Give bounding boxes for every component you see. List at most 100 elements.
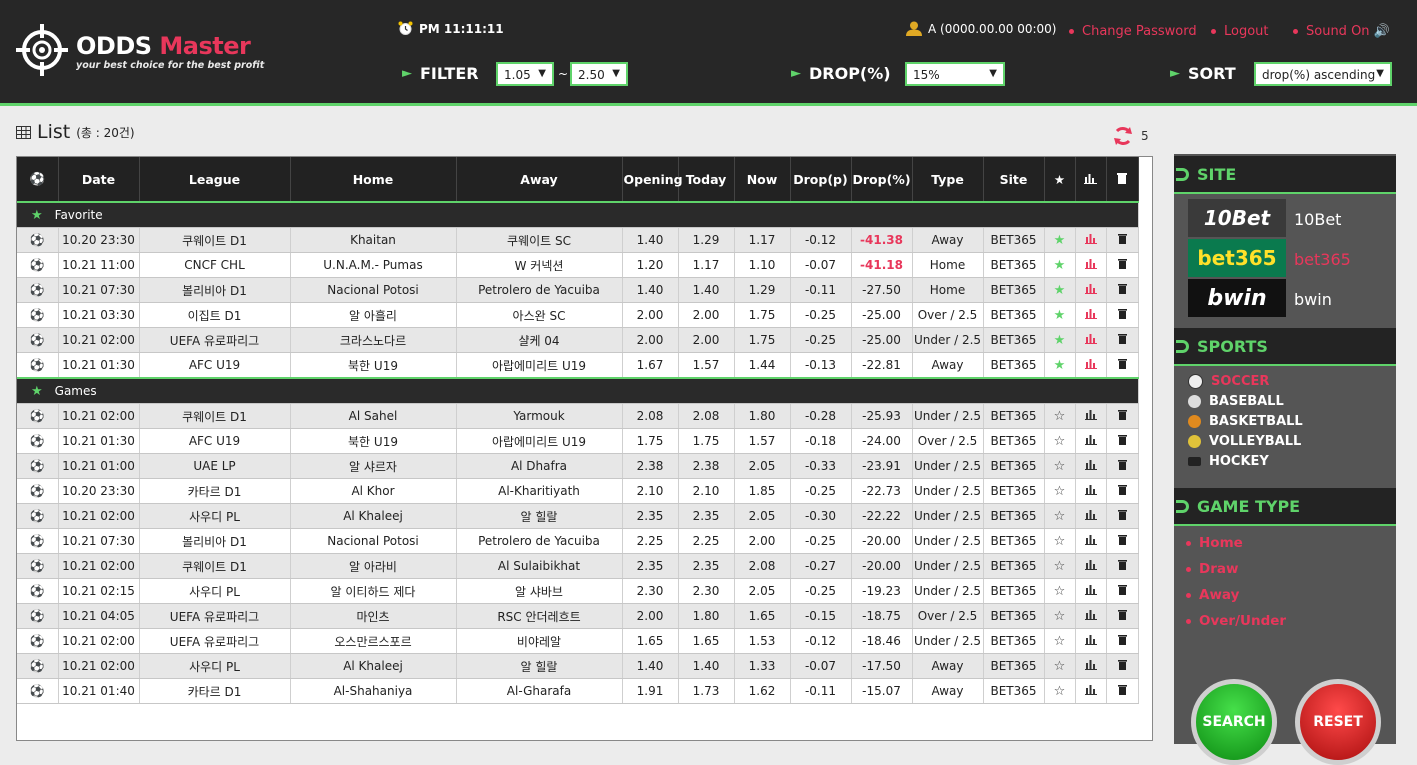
delete-button[interactable] [1106,478,1139,504]
table-row[interactable]: ⚽ 10.21 04:05 UEFA 유로파리그 마인츠 RSC 안더레흐트 2.00 1.… [17,603,1139,629]
delete-button[interactable] [1106,503,1139,529]
gametype-item-over-under[interactable]: Over/Under [1186,613,1286,629]
delete-button[interactable] [1106,453,1139,479]
delete-button[interactable] [1106,277,1139,303]
delete-button[interactable] [1106,403,1139,429]
favorite-toggle[interactable]: ☆ [1044,553,1076,579]
delete-button[interactable] [1106,327,1139,353]
delete-button[interactable] [1106,252,1139,278]
chart-button[interactable] [1075,302,1107,328]
chart-button[interactable] [1075,628,1107,654]
delete-button[interactable] [1106,302,1139,328]
favorite-toggle[interactable]: ★ [1044,227,1076,253]
favorite-toggle[interactable]: ☆ [1044,428,1076,454]
sport-item-soccer[interactable]: SOCCER [1188,374,1269,389]
table-row[interactable]: ⚽ 10.21 02:00 쿠웨이트 D1 Al Sahel Yarmouk 2.08 2.… [17,403,1139,429]
chart-button[interactable] [1075,553,1107,579]
sound-toggle[interactable]: Sound On 🔊 [1293,24,1390,39]
table-row[interactable]: ⚽ 10.21 01:30 AFC U19 북한 U19 아랍에미리트 U19 1.67 1… [17,352,1139,379]
table-row[interactable]: ⚽ 10.20 23:30 쿠웨이트 D1 Khaitan 쿠웨이트 SC 1.40 1.2… [17,227,1139,253]
site-name-10bet[interactable]: 10Bet [1294,210,1341,229]
favorite-toggle[interactable]: ☆ [1044,403,1076,429]
favorite-toggle[interactable]: ☆ [1044,628,1076,654]
table-row[interactable]: ⚽ 10.21 07:30 볼리비아 D1 Nacional Potosi Petrol… [17,277,1139,303]
chart-button[interactable] [1075,428,1107,454]
site-name-bwin[interactable]: bwin [1294,290,1332,309]
column-header[interactable]: Date [58,157,140,202]
favorite-toggle[interactable]: ☆ [1044,678,1076,704]
table-row[interactable]: ⚽ 10.21 02:00 쿠웨이트 D1 알 아라비 Al Sulaibikhat 2.… [17,553,1139,579]
table-row[interactable]: ⚽ 10.21 02:00 사우디 PL Al Khaleej 알 힐랄 2.35 2.35… [17,503,1139,529]
delete-button[interactable] [1106,227,1139,253]
filter-max-select[interactable]: 2.50 ▼ [570,62,628,86]
table-row[interactable]: ⚽ 10.21 02:00 사우디 PL Al Khaleej 알 힐랄 1.40 1.40… [17,653,1139,679]
gametype-item-draw[interactable]: Draw [1186,561,1238,577]
chart-button[interactable] [1075,352,1107,379]
chart-button[interactable] [1075,603,1107,629]
table-row[interactable]: ⚽ 10.21 07:30 볼리비아 D1 Nacional Potosi Petrol… [17,528,1139,554]
drop-select[interactable]: 15% ▼ [905,62,1005,86]
column-header[interactable]: Type [912,157,984,202]
table-row[interactable]: ⚽ 10.21 02:00 UEFA 유로파리그 오스만르스포르 비야레알 1.65 1.6… [17,628,1139,654]
table-row[interactable]: ⚽ 10.21 01:30 AFC U19 북한 U19 아랍에미리트 U19 1.75 1… [17,428,1139,454]
favorite-toggle[interactable]: ★ [1044,352,1076,379]
favorite-toggle[interactable]: ☆ [1044,578,1076,604]
column-header[interactable]: Drop(%) [851,157,913,202]
column-header[interactable]: Site [983,157,1045,202]
site-logo-bwin[interactable]: bwin [1188,279,1286,317]
delete-button[interactable] [1106,653,1139,679]
delete-button[interactable] [1106,528,1139,554]
table-row[interactable]: ⚽ 10.21 01:00 UAE LP 알 샤르자 Al Dhafra 2.38 2.38… [17,453,1139,479]
table-row[interactable]: ⚽ 10.20 23:30 카타르 D1 Al Khor Al-Kharitiyath 2… [17,478,1139,504]
chart-button[interactable] [1075,528,1107,554]
column-header[interactable]: Today [678,157,735,202]
delete-button[interactable] [1106,678,1139,704]
favorite-toggle[interactable]: ★ [1044,327,1076,353]
chart-button[interactable] [1075,403,1107,429]
delete-button[interactable] [1106,628,1139,654]
favorite-toggle[interactable]: ☆ [1044,478,1076,504]
column-header[interactable]: Away [456,157,623,202]
favorite-toggle[interactable]: ☆ [1044,453,1076,479]
column-header[interactable]: Home [290,157,457,202]
search-button[interactable]: SEARCH [1191,679,1277,765]
column-header[interactable]: Drop(p) [790,157,852,202]
favorite-toggle[interactable]: ☆ [1044,653,1076,679]
favorite-toggle[interactable]: ★ [1044,277,1076,303]
table-row[interactable]: ⚽ 10.21 11:00 CNCF CHL U.N.A.M.- Pumas W 커넥션… [17,252,1139,278]
delete-button[interactable] [1106,603,1139,629]
table-row[interactable]: ⚽ 10.21 02:00 UEFA 유로파리그 크라스노다르 샬케 04 2.00 2.0… [17,327,1139,353]
table-row[interactable]: ⚽ 10.21 03:30 이집트 D1 알 아흘리 아스완 SC 2.00 2.00 1.7… [17,302,1139,328]
sport-item-baseball[interactable]: BASEBALL [1188,394,1284,409]
refresh-button[interactable]: 5 [1113,125,1149,147]
table-row[interactable]: ⚽ 10.21 01:40 카타르 D1 Al-Shahaniya Al-Gharafa… [17,678,1139,704]
column-header[interactable]: League [139,157,291,202]
chart-button[interactable] [1075,453,1107,479]
delete-button[interactable] [1106,428,1139,454]
column-header[interactable]: Opening [622,157,683,202]
favorite-toggle[interactable]: ☆ [1044,503,1076,529]
sport-item-hockey[interactable]: HOCKEY [1188,454,1269,469]
gametype-item-home[interactable]: Home [1186,535,1243,551]
table-row[interactable]: ⚽ 10.21 02:15 사우디 PL 알 이티하드 제다 알 샤바브 2.30 2.30… [17,578,1139,604]
favorite-toggle[interactable]: ☆ [1044,528,1076,554]
filter-min-select[interactable]: 1.05 ▼ [496,62,554,86]
gametype-item-away[interactable]: Away [1186,587,1239,603]
chart-button[interactable] [1075,678,1107,704]
change-password-link[interactable]: Change Password [1069,24,1197,39]
delete-button[interactable] [1106,553,1139,579]
chart-button[interactable] [1075,252,1107,278]
chart-button[interactable] [1075,478,1107,504]
sport-item-volleyball[interactable]: VOLLEYBALL [1188,434,1301,449]
chart-button[interactable] [1075,578,1107,604]
favorite-toggle[interactable]: ☆ [1044,603,1076,629]
favorite-toggle[interactable]: ★ [1044,302,1076,328]
chart-button[interactable] [1075,227,1107,253]
chart-button[interactable] [1075,653,1107,679]
sort-select[interactable]: drop(%) ascending ▼ [1254,62,1392,86]
sport-item-basketball[interactable]: BASKETBALL [1188,414,1303,429]
delete-button[interactable] [1106,578,1139,604]
favorite-toggle[interactable]: ★ [1044,252,1076,278]
logout-link[interactable]: Logout [1211,24,1269,39]
column-header[interactable]: Now [734,157,791,202]
